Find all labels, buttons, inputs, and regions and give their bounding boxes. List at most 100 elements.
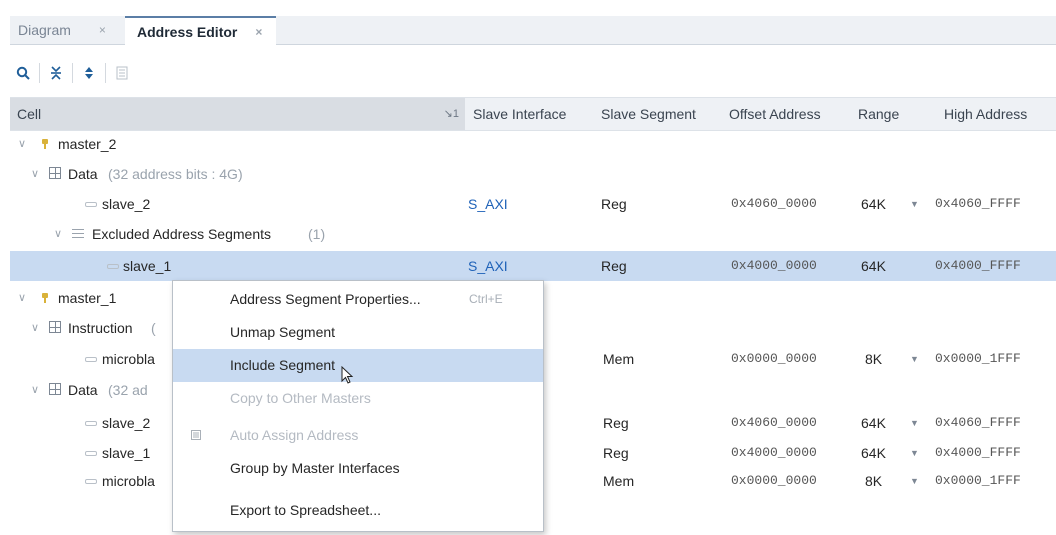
range-select[interactable]: 64K	[861, 251, 886, 281]
range-dropdown-icon[interactable]: ▼	[910, 438, 919, 468]
table-row-selected[interactable]: slave_1 S_AXI Reg 0x4000_0000 64K 0x4000…	[10, 251, 1056, 281]
column-header-slave-interface[interactable]: Slave Interface	[473, 98, 566, 130]
menu-item-label: Group by Master Interfaces	[230, 460, 400, 476]
tab-address-editor-close-icon[interactable]: ×	[255, 25, 262, 39]
high-address-value: 0x4000_FFFF	[935, 258, 1021, 273]
slave-segment-value: Mem	[603, 351, 635, 367]
tree-row-master[interactable]: ∨ master_2	[10, 129, 1056, 159]
slave-segment-value: Reg	[601, 258, 627, 274]
tab-bar: Diagram × Address Editor ×	[10, 16, 1056, 45]
menu-item-label: Export to Spreadsheet...	[230, 502, 381, 518]
table-row[interactable]: slave_2 S_AXI Reg 0x4060_0000 64K ▼ 0x40…	[10, 189, 1056, 219]
excluded-group-icon	[72, 229, 84, 238]
excluded-group-count: (1)	[308, 226, 326, 242]
collapse-all-icon[interactable]	[43, 60, 69, 86]
slave-interface-link[interactable]: S_AXI	[468, 189, 508, 219]
address-space-icon	[49, 383, 61, 395]
toolbar	[10, 58, 1056, 88]
menu-item-shortcut: Ctrl+E	[469, 292, 503, 306]
offset-address-field[interactable]: 0x4000_0000	[731, 251, 817, 281]
menu-item-label: Copy to Other Masters	[230, 390, 371, 406]
excluded-group-label: Excluded Address Segments	[92, 226, 271, 242]
segment-icon	[85, 421, 97, 426]
range-select[interactable]: 8K	[865, 466, 882, 496]
column-header-high-address[interactable]: High Address	[944, 98, 1027, 130]
chevron-down-icon[interactable]: ∨	[54, 219, 62, 249]
range-select[interactable]: 64K	[861, 408, 886, 438]
menu-item-auto-assign-address: Auto Assign Address	[173, 419, 543, 452]
toolbar-divider	[105, 63, 106, 83]
address-space-icon	[49, 167, 61, 179]
segment-icon	[85, 451, 97, 456]
chevron-down-icon[interactable]: ∨	[18, 129, 26, 159]
tree-row-address-space[interactable]: ∨ Data (32 address bits : 4G)	[10, 159, 1056, 189]
address-editor-window: Diagram × Address Editor × Cell ↘1 Slave…	[0, 0, 1056, 535]
chevron-down-icon[interactable]: ∨	[31, 313, 39, 343]
high-address-value: 0x4060_FFFF	[935, 196, 1021, 211]
range-dropdown-icon[interactable]: ▼	[910, 408, 919, 438]
menu-item-export-to-spreadsheet[interactable]: Export to Spreadsheet...	[173, 494, 543, 527]
segment-cell: slave_1	[102, 445, 151, 461]
tab-diagram-label: Diagram	[18, 22, 71, 38]
segment-cell: slave_2	[102, 415, 151, 431]
chevron-down-icon[interactable]: ∨	[31, 375, 39, 405]
range-dropdown-icon[interactable]: ▼	[910, 344, 919, 374]
column-header-slave-segment[interactable]: Slave Segment	[601, 98, 696, 130]
slave-segment-value: Mem	[603, 473, 635, 489]
slave-segment-value: Reg	[603, 415, 629, 431]
menu-item-group-by-master-interfaces[interactable]: Group by Master Interfaces	[173, 452, 543, 485]
high-address-value: 0x4060_FFFF	[935, 415, 1021, 430]
expand-all-icon[interactable]	[76, 60, 102, 86]
range-dropdown-icon[interactable]: ▼	[910, 466, 919, 496]
column-header-range[interactable]: Range	[858, 98, 899, 130]
menu-item-label: Address Segment Properties...	[230, 291, 421, 307]
sort-indicator: ↘1	[443, 108, 459, 120]
address-space-label: Data	[68, 382, 98, 398]
column-header-offset-address[interactable]: Offset Address	[729, 98, 821, 130]
range-dropdown-icon[interactable]: ▼	[910, 189, 919, 219]
menu-item-copy-to-other-masters: Copy to Other Masters	[173, 382, 543, 415]
offset-address-field[interactable]: 0x4060_0000	[731, 408, 817, 438]
segment-cell: microbla	[102, 351, 155, 367]
high-address-value: 0x4000_FFFF	[935, 445, 1021, 460]
auto-assign-icon[interactable]	[109, 60, 135, 86]
range-select[interactable]: 64K	[861, 189, 886, 219]
menu-item-address-segment-properties[interactable]: Address Segment Properties... Ctrl+E	[173, 283, 543, 316]
tab-diagram[interactable]: Diagram ×	[18, 16, 106, 44]
chevron-down-icon[interactable]: ∨	[18, 283, 26, 313]
master-label: master_1	[58, 290, 117, 306]
column-header-cell[interactable]: Cell ↘1	[10, 98, 465, 130]
range-select[interactable]: 8K	[865, 344, 882, 374]
menu-item-unmap-segment[interactable]: Unmap Segment	[173, 316, 543, 349]
tab-address-editor[interactable]: Address Editor ×	[125, 16, 277, 45]
slave-segment-value: Reg	[603, 445, 629, 461]
master-pin-icon	[42, 293, 48, 303]
offset-address-field[interactable]: 0x4060_0000	[731, 189, 817, 219]
high-address-value: 0x0000_1FFF	[935, 351, 1021, 366]
tree-row-excluded-group[interactable]: ∨ Excluded Address Segments (1)	[10, 219, 1056, 249]
offset-address-field[interactable]: 0x0000_0000	[731, 344, 817, 374]
offset-address-field[interactable]: 0x0000_0000	[731, 466, 817, 496]
search-icon[interactable]	[10, 60, 36, 86]
segment-icon	[107, 264, 119, 269]
address-space-label: Data	[68, 166, 98, 182]
segment-icon	[85, 479, 97, 484]
slave-segment-value: Reg	[601, 196, 627, 212]
segment-icon	[85, 357, 97, 362]
menu-item-label: Auto Assign Address	[230, 427, 359, 443]
segment-icon	[85, 202, 97, 207]
address-space-icon	[49, 321, 61, 333]
toolbar-divider	[39, 63, 40, 83]
slave-interface-link[interactable]: S_AXI	[468, 251, 508, 281]
address-space-note: (32 address bits : 4G)	[108, 166, 243, 182]
tab-diagram-close-icon[interactable]: ×	[99, 23, 106, 37]
offset-address-field[interactable]: 0x4000_0000	[731, 438, 817, 468]
segment-cell: slave_2	[102, 196, 151, 212]
auto-assign-icon	[191, 430, 201, 440]
address-space-note: (	[151, 320, 156, 336]
range-select[interactable]: 64K	[861, 438, 886, 468]
menu-item-include-segment[interactable]: Include Segment	[173, 349, 543, 382]
high-address-value: 0x0000_1FFF	[935, 473, 1021, 488]
menu-item-label: Include Segment	[230, 357, 336, 373]
chevron-down-icon[interactable]: ∨	[31, 159, 39, 189]
